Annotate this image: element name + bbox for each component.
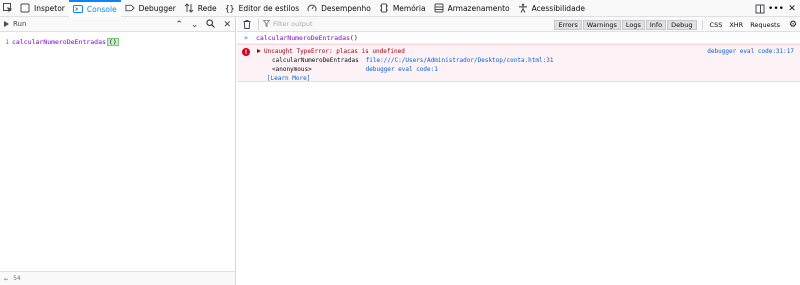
command-paren: () bbox=[349, 33, 358, 42]
play-icon bbox=[4, 21, 9, 27]
stack-frame: calcularNumeroDeEntradas file:///C:/User… bbox=[272, 57, 553, 64]
run-label: Run bbox=[13, 20, 27, 28]
tab-debugger[interactable]: Debugger bbox=[121, 0, 180, 17]
tab-label: Acessibilidade bbox=[531, 3, 586, 13]
tab-label: Memória bbox=[392, 3, 426, 13]
element-picker-icon[interactable] bbox=[0, 0, 16, 17]
matched-paren: () bbox=[106, 37, 119, 46]
error-location-link[interactable]: debugger eval code:31:17 bbox=[707, 48, 794, 55]
learn-more-link[interactable]: [Learn More] bbox=[267, 75, 310, 82]
filter-errors-button[interactable]: Errors bbox=[554, 19, 582, 30]
tab-style-editor[interactable]: {} Editor de estilos bbox=[221, 0, 303, 17]
performance-icon bbox=[307, 3, 317, 13]
tab-network[interactable]: Rede bbox=[180, 0, 221, 17]
devtools-toolbar: Inspetor Console Debugger Rede {} Editor… bbox=[0, 0, 800, 17]
inspector-icon bbox=[20, 3, 30, 13]
filter-xhr-button[interactable]: XHR bbox=[726, 20, 746, 30]
editor-tools: ⌃ ⌄ ✕ bbox=[175, 17, 231, 32]
filter-debug-button[interactable]: Debug bbox=[667, 19, 697, 30]
network-icon bbox=[184, 3, 194, 13]
filter-css-button[interactable]: CSS bbox=[707, 20, 726, 30]
toolbar-right-controls: ••• ✕ bbox=[752, 0, 800, 17]
tab-inspector[interactable]: Inspetor bbox=[16, 0, 69, 17]
filter-input[interactable]: Filter output bbox=[262, 19, 313, 29]
error-icon: ! bbox=[242, 48, 250, 56]
more-options-icon[interactable]: ••• bbox=[768, 0, 784, 17]
filter-buttons: Errors Warnings Logs Info Debug CSS XHR … bbox=[554, 17, 800, 32]
close-editor-icon[interactable]: ✕ bbox=[223, 20, 231, 30]
close-icon[interactable]: ✕ bbox=[784, 0, 800, 17]
tab-label: Inspetor bbox=[34, 3, 65, 13]
search-icon[interactable] bbox=[206, 18, 216, 31]
filter-requests-button[interactable]: Requests bbox=[747, 20, 783, 30]
tab-label: Editor de estilos bbox=[238, 3, 300, 13]
tab-label: Armazenamento bbox=[447, 3, 510, 13]
console-output-pane: Filter output Errors Warnings Logs Info … bbox=[237, 17, 800, 285]
error-text: Uncaught TypeError: placas is undefined bbox=[264, 48, 405, 55]
filter-logs-button[interactable]: Logs bbox=[621, 19, 645, 30]
editor-footer: ← 54 bbox=[0, 271, 235, 285]
tab-memory[interactable]: Memória bbox=[375, 0, 430, 17]
editor-toolbar: Run ⌃ ⌄ ✕ bbox=[0, 17, 235, 32]
arrow-left-icon: ← bbox=[4, 274, 9, 283]
filter-info-button[interactable]: Info bbox=[645, 19, 667, 30]
chevron-up-icon[interactable]: ⌃ bbox=[175, 20, 183, 30]
console-editor: Run ⌃ ⌄ ✕ 1 calcularNumeroDeEntradas() ←… bbox=[0, 17, 236, 285]
error-summary[interactable]: Uncaught TypeError: placas is undefined bbox=[257, 48, 405, 55]
expand-triangle-icon[interactable] bbox=[257, 49, 261, 53]
console-icon bbox=[72, 4, 83, 14]
tab-label: Rede bbox=[197, 3, 217, 13]
braces-icon: {} bbox=[224, 3, 235, 13]
code-function-name: calcularNumeroDeEntradas bbox=[12, 37, 106, 46]
code-text: calcularNumeroDeEntradas() bbox=[12, 37, 119, 46]
filter-warnings-button[interactable]: Warnings bbox=[582, 19, 621, 30]
debugger-icon bbox=[125, 3, 135, 13]
tab-label: Console bbox=[86, 4, 117, 14]
tab-label: Debugger bbox=[138, 3, 176, 13]
tab-label: Desempenho bbox=[321, 3, 371, 13]
run-button[interactable]: Run bbox=[4, 20, 26, 28]
tab-performance[interactable]: Desempenho bbox=[303, 0, 375, 17]
frame-function: <anonymous> bbox=[272, 66, 312, 73]
gear-icon[interactable]: ⚙ bbox=[786, 20, 800, 30]
storage-icon bbox=[434, 3, 444, 13]
console-command-row: » calcularNumeroDeEntradas() bbox=[237, 32, 800, 44]
command-text: calcularNumeroDeEntradas() bbox=[256, 34, 358, 42]
filter-placeholder: Filter output bbox=[273, 20, 313, 28]
tab-console[interactable]: Console bbox=[68, 0, 121, 17]
divider bbox=[701, 19, 703, 30]
chevron-down-icon[interactable]: ⌄ bbox=[191, 20, 199, 30]
filter-icon bbox=[262, 19, 271, 29]
memory-icon bbox=[379, 3, 389, 13]
dock-icon[interactable] bbox=[752, 0, 768, 17]
tab-accessibility[interactable]: Acessibilidade bbox=[514, 0, 589, 17]
console-filter-bar: Filter output Errors Warnings Logs Info … bbox=[237, 17, 800, 32]
accessibility-icon bbox=[518, 3, 528, 13]
command-chevron-icon: » bbox=[243, 33, 249, 42]
divider bbox=[258, 18, 259, 30]
command-function-name: calcularNumeroDeEntradas bbox=[256, 33, 350, 42]
stack-frame: <anonymous> debugger eval code:1 bbox=[272, 66, 438, 73]
editor-line[interactable]: 1 calcularNumeroDeEntradas() bbox=[0, 36, 235, 47]
frame-source-link[interactable]: debugger eval code:1 bbox=[366, 66, 438, 73]
footer-text: 54 bbox=[13, 275, 21, 282]
trash-icon[interactable] bbox=[240, 17, 254, 32]
tab-storage[interactable]: Armazenamento bbox=[430, 0, 514, 17]
frame-function: calcularNumeroDeEntradas bbox=[272, 57, 359, 64]
console-error-message: ! Uncaught TypeError: placas is undefine… bbox=[237, 44, 800, 82]
frame-source-link[interactable]: file:///C:/Users/Administrador/Desktop/c… bbox=[366, 57, 554, 64]
line-number: 1 bbox=[5, 37, 9, 46]
